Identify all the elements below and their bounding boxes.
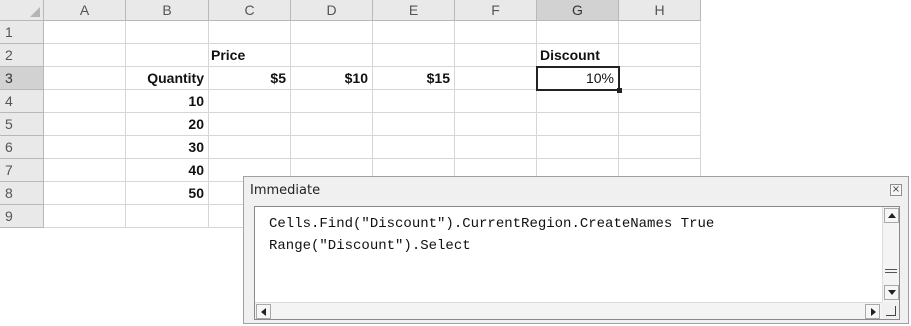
scroll-up-icon [888,213,896,218]
select-all-corner[interactable] [0,0,44,21]
scroll-down-icon [888,290,896,295]
fill-handle[interactable] [617,88,622,93]
cell-b4[interactable]: 10 [126,91,204,111]
column-header-b[interactable]: B [126,0,209,21]
immediate-window: Immediate × Cells.Find("Discount").Curre… [243,176,909,324]
cell-c2[interactable]: Price [211,45,289,65]
column-header-f[interactable]: F [455,0,537,21]
code-line-2[interactable]: Range("Discount").Select [269,235,714,257]
cell-b3[interactable]: Quantity [126,68,204,88]
cell-b6[interactable]: 30 [126,137,204,157]
column-header-e[interactable]: E [373,0,455,21]
gridline [44,43,701,44]
row-header-1[interactable]: 1 [0,21,44,44]
code-area[interactable]: Cells.Find("Discount").CurrentRegion.Cre… [269,213,714,257]
active-cell-border[interactable] [536,66,620,91]
scroll-left-icon [261,308,266,316]
row-header-8[interactable]: 8 [0,182,44,205]
splitter-line[interactable] [885,269,897,270]
cell-c3[interactable]: $5 [209,68,286,88]
cell-b8[interactable]: 50 [126,183,204,203]
column-header-a[interactable]: A [44,0,126,21]
horizontal-scrollbar[interactable] [255,302,882,319]
gridline [44,135,701,136]
row-header-5[interactable]: 5 [0,113,44,136]
cell-e3[interactable]: $15 [373,68,450,88]
gridline [208,21,209,228]
size-grip-icon [895,306,896,316]
row-header-4[interactable]: 4 [0,90,44,113]
splitter-line[interactable] [885,272,897,273]
scroll-right-icon [871,308,876,316]
scroll-down-button[interactable] [884,285,899,300]
immediate-window-title: Immediate [250,183,321,198]
scroll-right-button[interactable] [865,304,880,319]
row-header-6[interactable]: 6 [0,136,44,159]
cell-d3[interactable]: $10 [291,68,368,88]
row-header-9[interactable]: 9 [0,205,44,228]
close-icon[interactable]: × [890,184,902,196]
column-header-h[interactable]: H [619,0,701,21]
vertical-scrollbar[interactable] [882,207,899,303]
row-header-3[interactable]: 3 [0,67,44,90]
scroll-left-button[interactable] [256,304,271,319]
code-line-1[interactable]: Cells.Find("Discount").CurrentRegion.Cre… [269,213,714,235]
scroll-up-button[interactable] [884,208,899,223]
column-header-c[interactable]: C [209,0,291,21]
column-header-d[interactable]: D [291,0,373,21]
cell-g2[interactable]: Discount [540,45,618,65]
select-all-icon [30,7,40,17]
size-grip[interactable] [882,302,899,319]
cell-b5[interactable]: 20 [126,114,204,134]
gridline [44,158,701,159]
column-header-g[interactable]: G [537,0,619,21]
immediate-code-editor[interactable]: Cells.Find("Discount").CurrentRegion.Cre… [254,206,900,320]
row-header-7[interactable]: 7 [0,159,44,182]
gridline [44,112,701,113]
cell-b7[interactable]: 40 [126,160,204,180]
row-header-2[interactable]: 2 [0,44,44,67]
